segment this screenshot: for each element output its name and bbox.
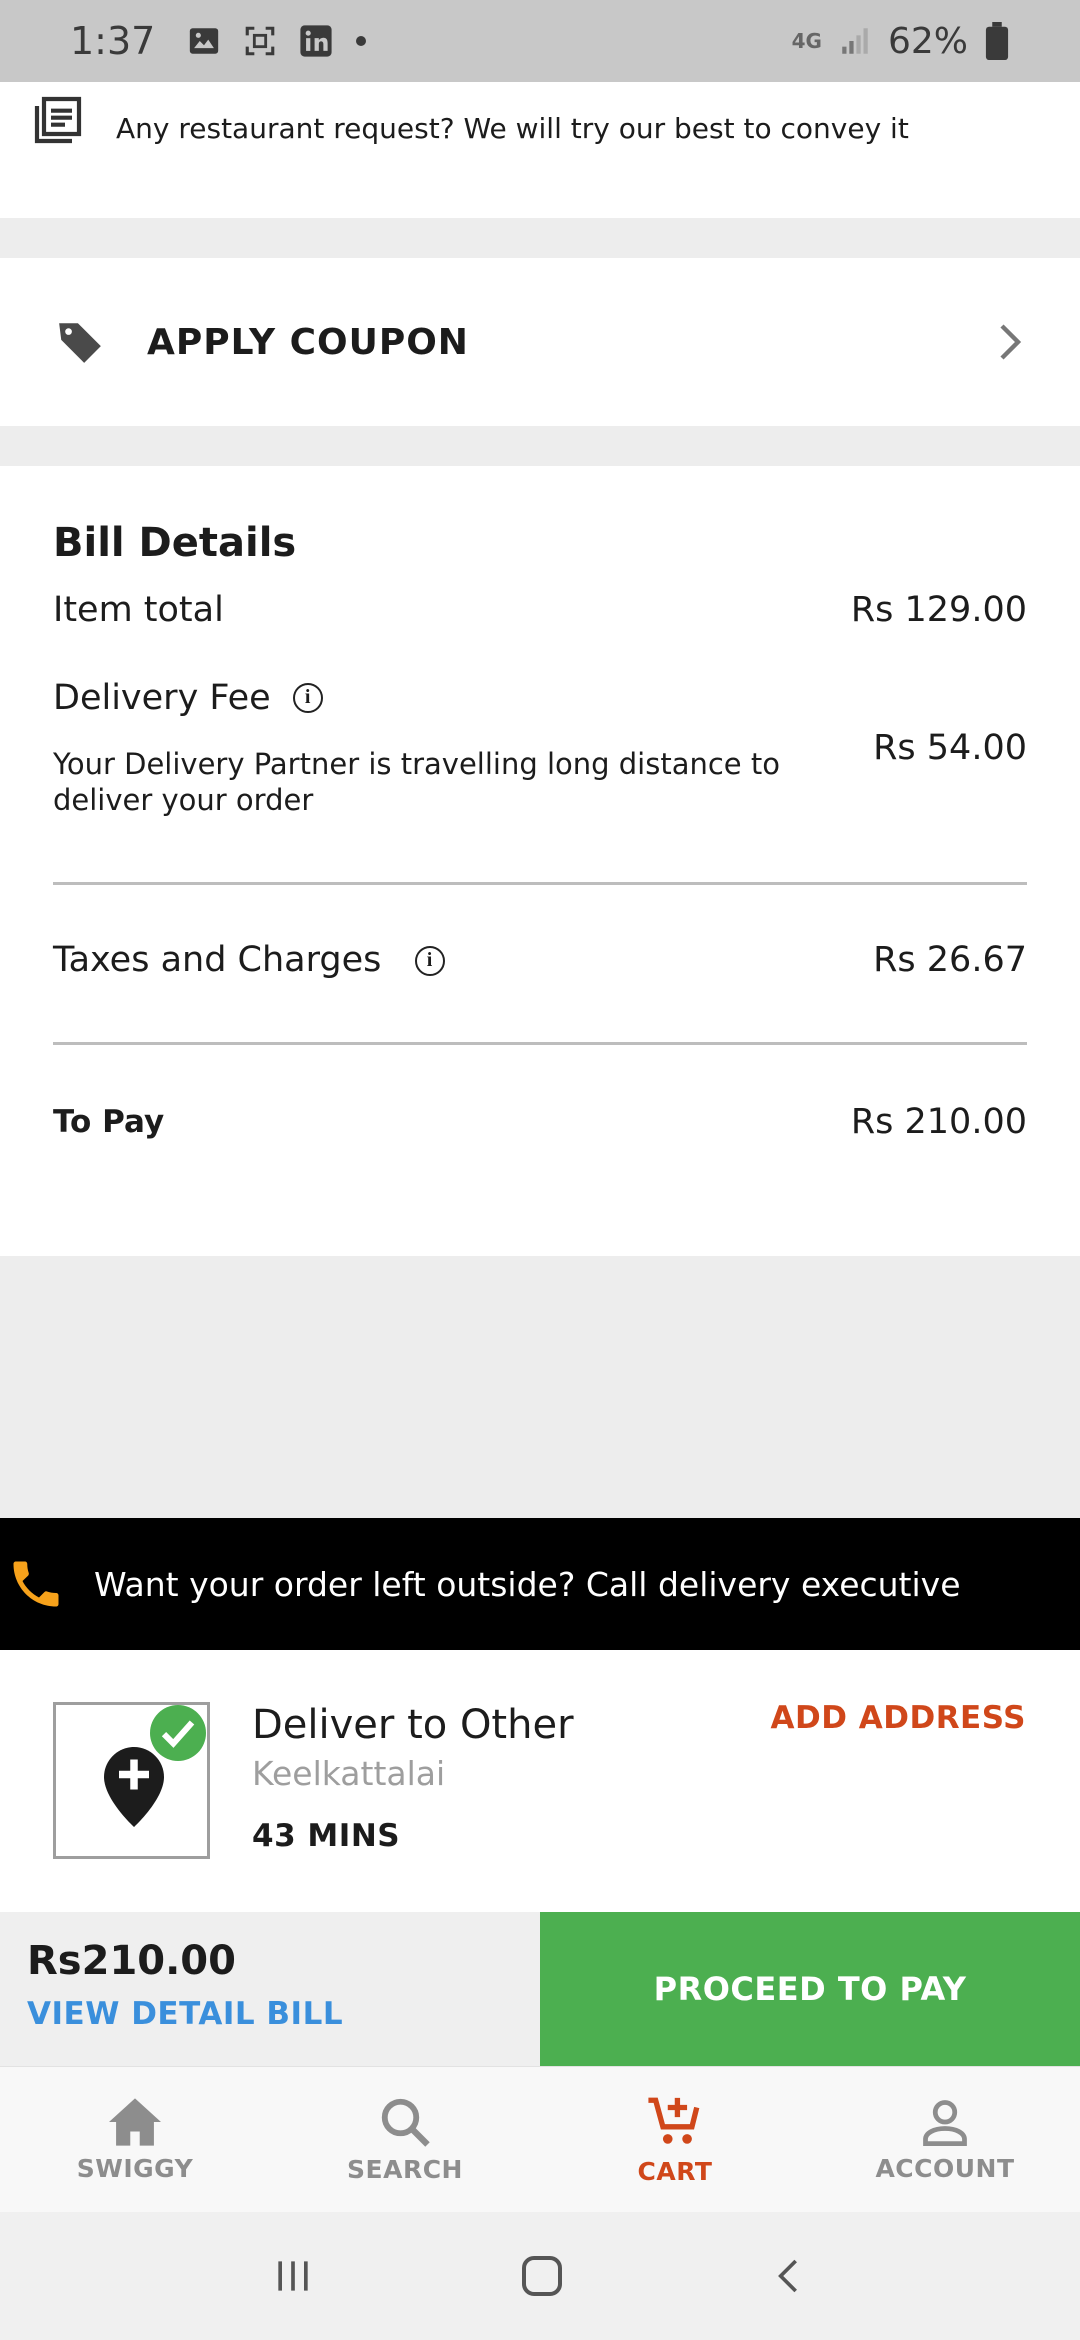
linkedin-icon bbox=[300, 25, 332, 57]
deliver-to-title: Deliver to Other bbox=[252, 1702, 574, 1748]
status-notification-icons bbox=[187, 24, 367, 58]
item-total-label: Item total bbox=[53, 590, 224, 630]
status-time: 1:37 bbox=[70, 19, 156, 63]
delivery-fee-row: Delivery Fee i bbox=[53, 678, 1027, 718]
item-total-row: Item total Rs 129.00 bbox=[53, 590, 1027, 630]
back-icon[interactable] bbox=[769, 2254, 809, 2298]
bill-details-title: Bill Details bbox=[53, 520, 297, 566]
call-executive-text: Want your order left outside? Call deliv… bbox=[94, 1564, 961, 1604]
tab-account-label: ACCOUNT bbox=[875, 2154, 1015, 2183]
tab-cart-label: CART bbox=[637, 2157, 713, 2186]
tab-swiggy[interactable]: SWIGGY bbox=[0, 2067, 270, 2212]
tab-search[interactable]: SEARCH bbox=[270, 2067, 540, 2212]
chevron-right-icon bbox=[1000, 324, 1022, 360]
delivery-eta: 43 MINS bbox=[252, 1818, 401, 1854]
taxes-label: Taxes and Charges bbox=[53, 940, 382, 980]
note-icon bbox=[34, 96, 82, 144]
screenshot-icon bbox=[246, 26, 275, 56]
taxes-row: Taxes and Charges i Rs 26.67 bbox=[53, 940, 1027, 980]
to-pay-label: To Pay bbox=[53, 1104, 165, 1140]
delivery-fee-value: Rs 54.00 bbox=[873, 728, 1027, 768]
tab-search-label: SEARCH bbox=[347, 2155, 463, 2184]
taxes-info-icon[interactable]: i bbox=[414, 946, 445, 976]
add-address-button[interactable]: ADD ADDRESS bbox=[770, 1700, 1026, 1736]
bill-details-card: Bill Details Item total Rs 129.00 Delive… bbox=[0, 466, 1080, 1256]
home-button-icon[interactable] bbox=[518, 2252, 566, 2300]
signal-icon bbox=[842, 28, 868, 54]
divider bbox=[53, 882, 1027, 885]
apply-coupon-label: APPLY COUPON bbox=[147, 321, 469, 363]
bottom-tab-bar: SWIGGY SEARCH CART ACCOUNT bbox=[0, 2066, 1080, 2212]
view-detail-bill-link[interactable]: VIEW DETAIL BILL bbox=[27, 1996, 513, 2032]
account-icon bbox=[923, 2100, 967, 2147]
tab-account[interactable]: ACCOUNT bbox=[810, 2067, 1080, 2212]
apply-coupon-row[interactable]: APPLY COUPON bbox=[0, 258, 1080, 426]
restaurant-request-text: Any restaurant request? We will try our … bbox=[116, 112, 909, 145]
call-executive-banner[interactable]: Want your order left outside? Call deliv… bbox=[0, 1518, 1080, 1650]
search-icon bbox=[381, 2098, 430, 2147]
proceed-to-pay-button[interactable]: PROCEED TO PAY bbox=[540, 1912, 1080, 2066]
to-pay-row: To Pay Rs 210.00 bbox=[53, 1102, 1027, 1142]
tag-icon bbox=[59, 323, 101, 363]
home-icon bbox=[109, 2098, 161, 2146]
to-pay-value: Rs 210.00 bbox=[850, 1102, 1027, 1142]
dot-icon bbox=[356, 36, 367, 46]
status-right: 4G 62% bbox=[792, 21, 1010, 62]
system-nav-bar bbox=[0, 2212, 1080, 2340]
network-type: 4G bbox=[791, 29, 822, 53]
tab-cart[interactable]: CART bbox=[540, 2067, 810, 2212]
divider bbox=[53, 1042, 1027, 1045]
battery-percent: 62% bbox=[887, 20, 968, 62]
restaurant-request-row[interactable]: Any restaurant request? We will try our … bbox=[0, 82, 1080, 218]
check-icon bbox=[150, 1705, 206, 1761]
delivery-address-section: Deliver to Other Keelkattalai 43 MINS AD… bbox=[0, 1650, 1080, 1912]
taxes-value: Rs 26.67 bbox=[873, 940, 1027, 980]
tab-swiggy-label: SWIGGY bbox=[76, 2154, 194, 2183]
delivery-fee-label: Delivery Fee bbox=[53, 678, 271, 718]
phone-icon bbox=[13, 1561, 59, 1607]
delivery-fee-value-row: Rs 54.00 bbox=[53, 728, 1027, 768]
pay-bar: Rs210.00 VIEW DETAIL BILL PROCEED TO PAY bbox=[0, 1912, 1080, 2066]
item-total-value: Rs 129.00 bbox=[850, 590, 1027, 630]
cart-icon bbox=[648, 2097, 700, 2144]
image-icon bbox=[190, 28, 219, 54]
battery-icon bbox=[985, 22, 1009, 60]
delivery-fee-info-icon[interactable]: i bbox=[292, 683, 323, 713]
pay-summary: Rs210.00 VIEW DETAIL BILL bbox=[0, 1912, 540, 2066]
status-bar: 1:37 4G 62% bbox=[0, 0, 1080, 82]
delivery-area: Keelkattalai bbox=[252, 1754, 446, 1793]
recent-apps-icon[interactable] bbox=[271, 2254, 315, 2298]
pay-amount: Rs210.00 bbox=[27, 1938, 236, 1984]
